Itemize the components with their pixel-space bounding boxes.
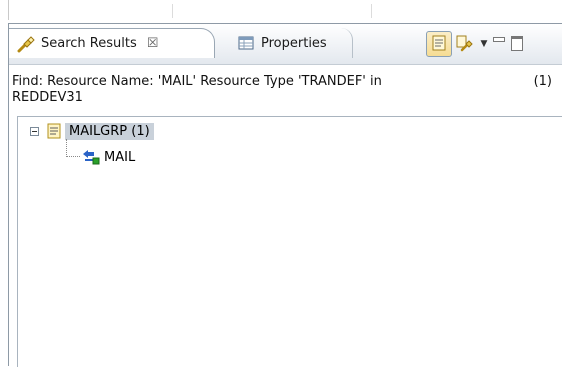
resource-group-icon [47, 123, 61, 139]
search-results-view: Search Results ☒ Properties ▼ Find: Reso… [8, 23, 562, 367]
maximize-icon[interactable] [508, 31, 526, 57]
pin-search-button[interactable] [452, 31, 478, 57]
show-as-tree-button[interactable] [426, 31, 452, 57]
properties-table-icon [237, 34, 255, 52]
tree-node-label: MAILGRP (1) [65, 122, 154, 140]
view-tab-bar: Search Results ☒ Properties ▼ [9, 24, 562, 65]
search-query-description: Find: Resource Name: 'MAIL' Resource Typ… [12, 74, 552, 106]
transaction-definition-icon [82, 149, 100, 165]
tab-search-results[interactable]: Search Results ☒ [9, 28, 215, 58]
tree-connector [66, 156, 80, 157]
tab-label: Search Results [41, 36, 137, 51]
pin-search-icon [456, 34, 474, 55]
search-query-line: REDDEV31 [12, 90, 83, 105]
minimize-icon[interactable] [490, 31, 508, 57]
close-tab-icon[interactable]: ☒ [147, 36, 159, 51]
results-tree: MAILGRP (1) MAIL [17, 116, 562, 367]
tab-label: Properties [261, 35, 327, 51]
view-menu-dropdown-icon[interactable]: ▼ [478, 31, 490, 57]
result-count: (1) [533, 74, 552, 89]
tree-connector [66, 139, 67, 157]
top-toolbar-strip [8, 0, 562, 20]
app-window: Search Results ☒ Properties ▼ Find: Reso… [0, 0, 562, 367]
toolbar-separator [371, 4, 372, 18]
show-as-tree-icon [431, 35, 447, 54]
toolbar-separator [172, 4, 173, 18]
tab-properties[interactable]: Properties [225, 28, 353, 58]
collapse-toggle-icon[interactable] [30, 126, 39, 136]
search-flashlight-icon [17, 35, 35, 53]
tree-node-label: MAIL [104, 149, 136, 165]
view-toolbar: ▼ [426, 31, 526, 57]
tree-node-group[interactable]: MAILGRP (1) [30, 121, 154, 141]
search-query-line: Find: Resource Name: 'MAIL' Resource Typ… [12, 74, 382, 89]
tree-node-item[interactable]: MAIL [82, 147, 135, 167]
